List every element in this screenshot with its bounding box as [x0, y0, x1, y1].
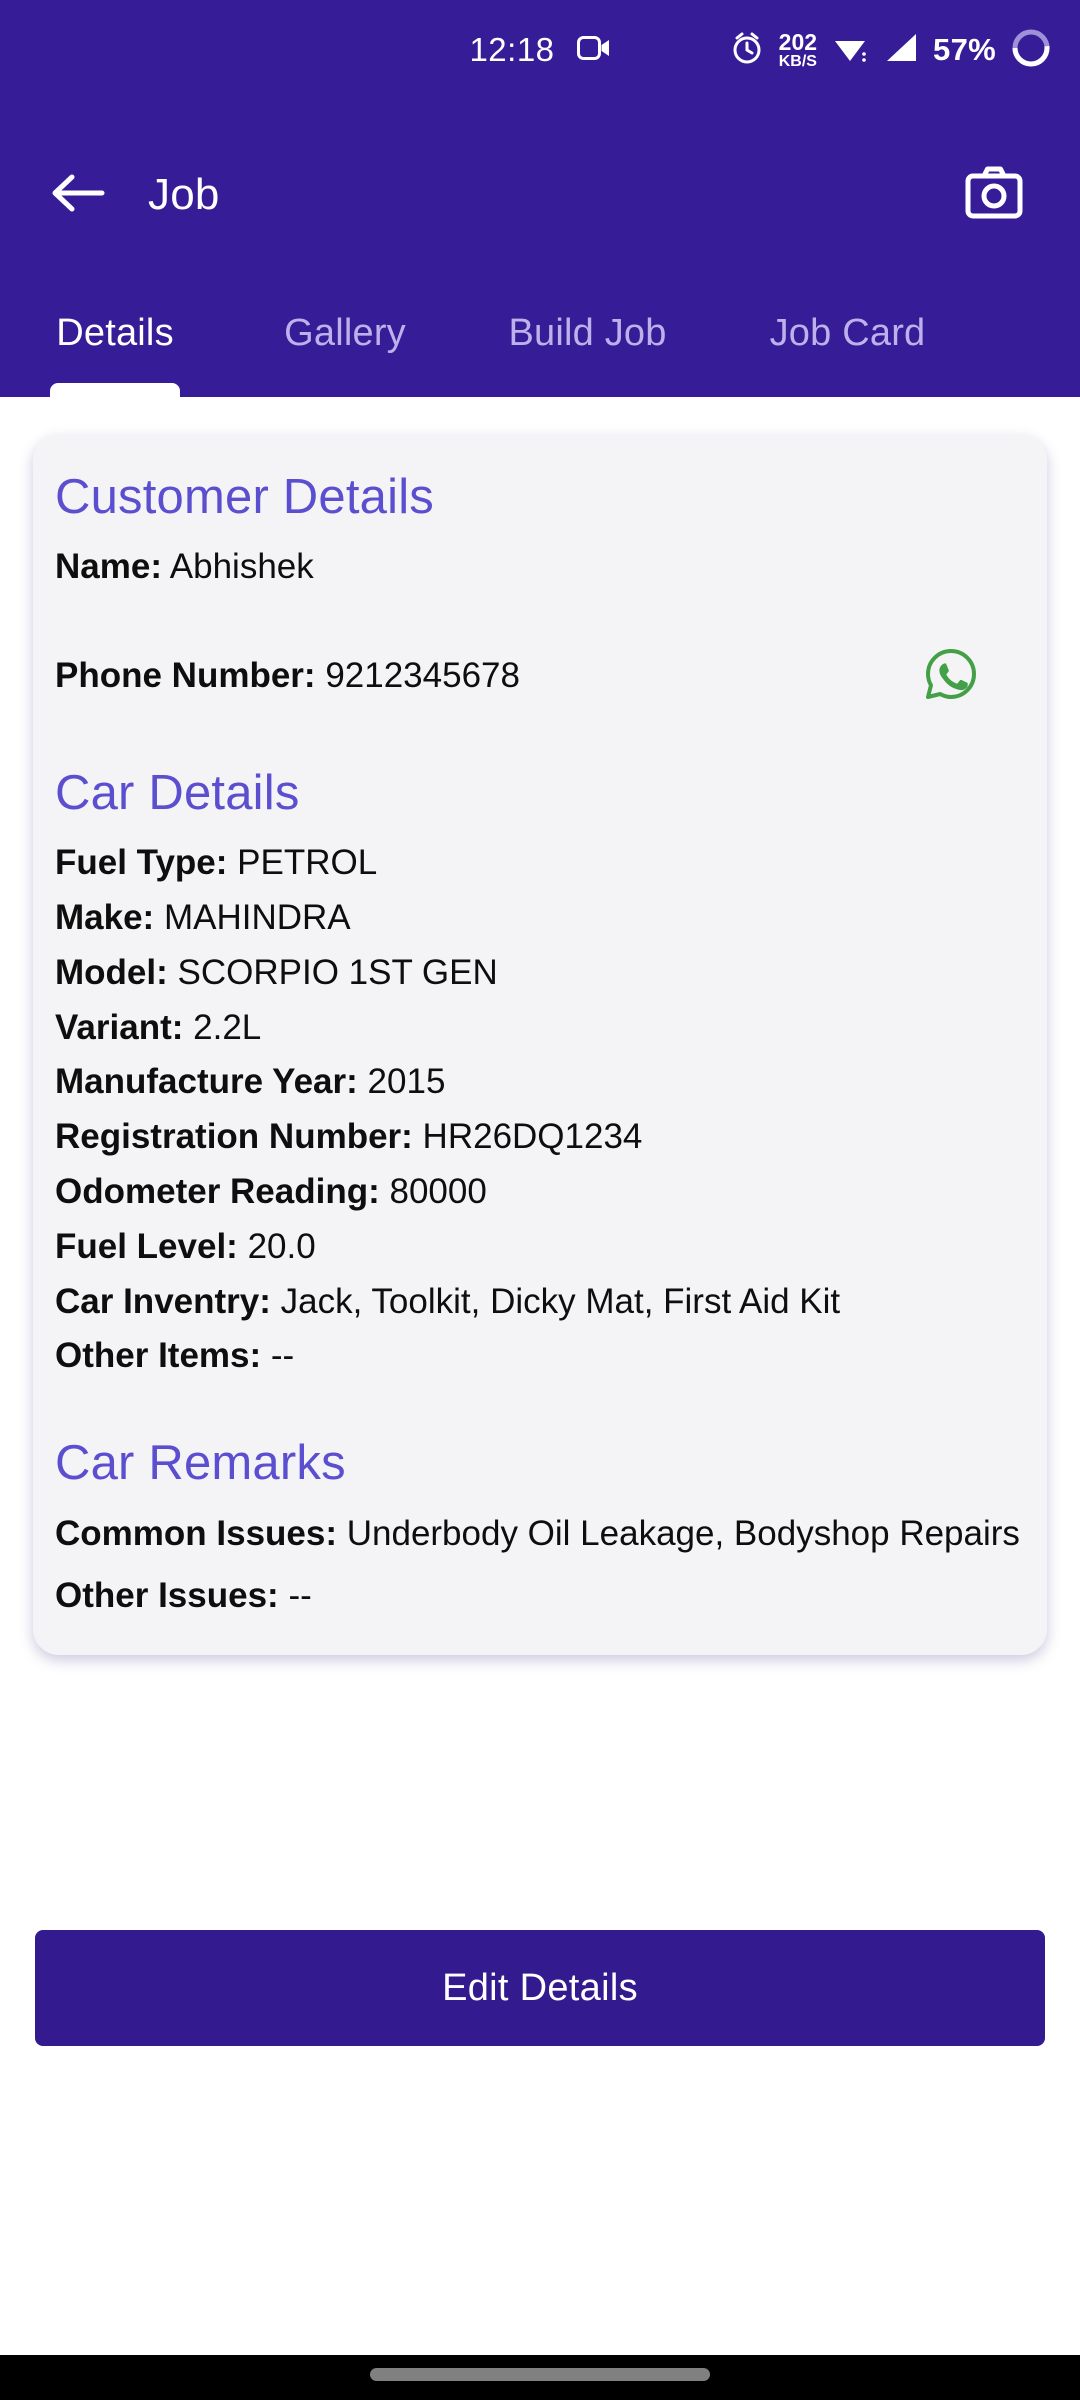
car-remarks-heading: Car Remarks	[55, 1436, 346, 1491]
field-registration-number: Registration Number: HR26DQ1234	[55, 1115, 1025, 1160]
car-details-heading: Car Details	[55, 765, 300, 820]
field-other-issues: Other Issues: --	[55, 1574, 1025, 1619]
video-camera-icon	[576, 35, 611, 66]
gesture-home-pill[interactable]	[370, 2368, 710, 2381]
tab-build-job[interactable]: Build Job	[460, 290, 715, 397]
field-other-issues-label: Other Issues:	[55, 1576, 279, 1616]
app-bar: Job	[0, 140, 1080, 250]
status-time: 12:18	[469, 31, 555, 68]
field-other-issues-value: --	[288, 1576, 312, 1616]
field-fuel-type-value: PETROL	[237, 843, 378, 883]
camera-icon	[963, 165, 1025, 226]
battery-circle-icon	[1010, 26, 1052, 75]
edit-details-button-label: Edit Details	[442, 1966, 638, 2009]
field-odometer-reading-label: Odometer Reading:	[55, 1172, 380, 1212]
tab-job-card[interactable]: Job Card	[715, 290, 980, 397]
field-name-label: Name:	[55, 547, 162, 587]
customer-details-heading: Customer Details	[55, 470, 434, 524]
field-other-items: Other Items: --	[55, 1334, 1025, 1379]
field-fuel-level: Fuel Level: 20.0	[55, 1225, 1025, 1270]
field-manufacture-year: Manufacture Year: 2015	[55, 1060, 1025, 1105]
field-car-inventry: Car Inventry: Jack, Toolkit, Dicky Mat, …	[55, 1280, 1025, 1325]
field-common-issues-value: Underbody Oil Leakage, Bodyshop Repairs	[346, 1513, 1020, 1553]
field-odometer-reading: Odometer Reading: 80000	[55, 1170, 1025, 1215]
camera-button[interactable]	[952, 153, 1036, 237]
field-other-items-label: Other Items:	[55, 1336, 262, 1376]
field-registration-number-value: HR26DQ1234	[422, 1117, 643, 1157]
field-model-value: SCORPIO 1ST GEN	[177, 952, 498, 992]
phone-screen: 12:18 202 KB/S 57% Job Details Gallery B…	[0, 0, 1080, 2400]
details-card: Customer Details Name: Abhishek Phone Nu…	[33, 435, 1047, 1656]
field-car-inventry-label: Car Inventry:	[55, 1281, 271, 1321]
alarm-clock-icon	[729, 30, 765, 71]
back-button[interactable]	[30, 147, 126, 243]
tab-details[interactable]: Details	[0, 290, 230, 397]
wifi-icon	[831, 32, 869, 69]
edit-details-button[interactable]: Edit Details	[35, 1930, 1045, 2046]
field-name-value: Abhishek	[169, 547, 314, 587]
field-registration-number-label: Registration Number:	[55, 1117, 413, 1157]
field-common-issues-label: Common Issues:	[55, 1513, 337, 1553]
field-make-value: MAHINDRA	[163, 898, 351, 938]
field-odometer-reading-value: 80000	[389, 1172, 487, 1212]
field-fuel-type-label: Fuel Type:	[55, 843, 228, 883]
cellular-signal-icon	[883, 32, 919, 69]
field-fuel-level-value: 20.0	[247, 1226, 316, 1266]
field-make: Make: MAHINDRA	[55, 896, 1025, 941]
page-title: Job	[148, 170, 220, 219]
field-model: Model: SCORPIO 1ST GEN	[55, 951, 1025, 996]
tab-details-label: Details	[56, 312, 174, 354]
field-fuel-type: Fuel Type: PETROL	[55, 841, 1025, 886]
tab-bar: Details Gallery Build Job Job Card	[0, 290, 1080, 397]
field-name: Name: Abhishek	[55, 545, 1025, 590]
battery-percent-label: 57%	[933, 32, 996, 67]
tab-build-job-label: Build Job	[508, 312, 667, 354]
field-fuel-level-label: Fuel Level:	[55, 1226, 238, 1266]
whatsapp-icon[interactable]	[923, 646, 979, 702]
field-phone-number: Phone Number: 9212345678	[55, 649, 1025, 700]
network-speed-value: 202	[778, 28, 818, 55]
field-common-issues: Common Issues: Underbody Oil Leakage, Bo…	[55, 1512, 1025, 1557]
tab-gallery[interactable]: Gallery	[230, 290, 460, 397]
field-model-label: Model:	[55, 952, 168, 992]
field-manufacture-year-label: Manufacture Year:	[55, 1062, 358, 1102]
field-phone-number-value: 9212345678	[325, 656, 520, 696]
arrow-left-icon	[50, 169, 106, 222]
field-variant-label: Variant:	[55, 1007, 184, 1047]
tab-active-indicator	[50, 383, 180, 397]
field-phone-number-label: Phone Number:	[55, 656, 316, 696]
system-navigation-bar	[0, 2355, 1080, 2400]
status-bar: 12:18 202 KB/S 57%	[0, 0, 1080, 100]
network-speed-unit: KB/S	[778, 52, 817, 70]
field-make-label: Make:	[55, 898, 155, 938]
field-variant-value: 2.2L	[193, 1007, 262, 1047]
network-speed-indicator: 202 KB/S	[778, 28, 818, 70]
field-car-inventry-value: Jack, Toolkit, Dicky Mat, First Aid Kit	[280, 1281, 841, 1321]
tab-job-card-label: Job Card	[769, 312, 926, 354]
field-variant: Variant: 2.2L	[55, 1006, 1025, 1051]
field-manufacture-year-value: 2015	[367, 1062, 446, 1102]
status-bar-right: 202 KB/S 57%	[729, 0, 1052, 100]
field-other-items-value: --	[270, 1336, 295, 1376]
app-header: 12:18 202 KB/S 57% Job Details Gallery B…	[0, 0, 1080, 397]
tab-gallery-label: Gallery	[284, 312, 406, 354]
